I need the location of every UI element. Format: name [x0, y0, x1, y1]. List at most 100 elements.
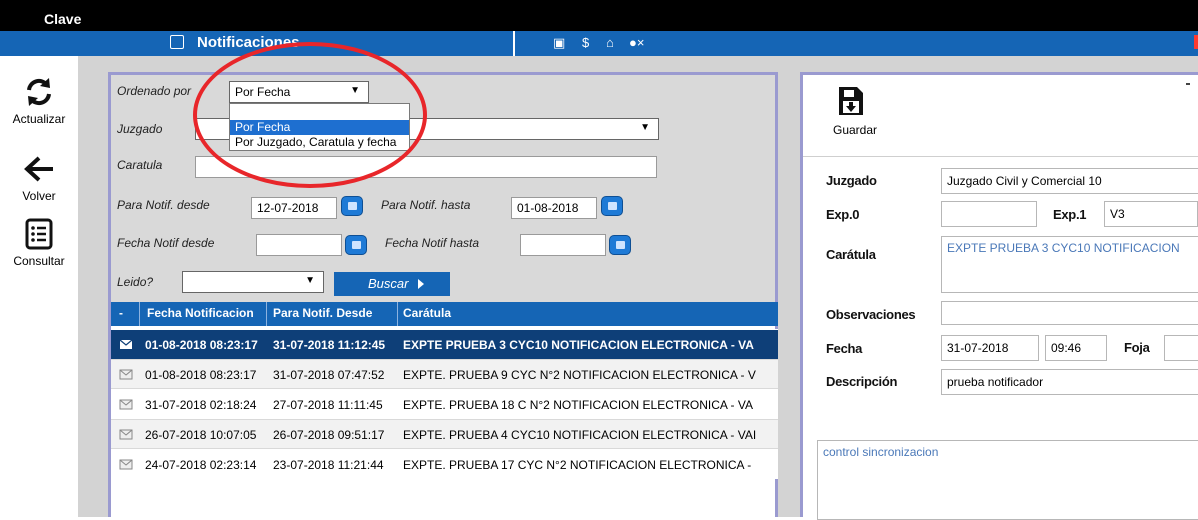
table-row[interactable]: 24-07-2018 02:23:14 23-07-2018 11:21:44 …	[111, 449, 778, 479]
row-fecha: 24-07-2018 02:23:14	[145, 458, 257, 472]
leido-label: Leido?	[117, 275, 154, 289]
search-button-label: Buscar	[368, 276, 409, 291]
row-caratula: EXPTE. PRUEBA 18 C N°2 NOTIFICACION ELEC…	[403, 398, 753, 412]
table-header: - Fecha Notificacion Para Notif. Desde C…	[111, 302, 778, 326]
table-row[interactable]: 01-08-2018 08:23:17 31-07-2018 11:12:45 …	[111, 329, 778, 359]
notification-icon	[119, 367, 133, 381]
detail-exp1-field[interactable]: V3	[1104, 201, 1198, 227]
para-hasta-label: Para Notif. hasta	[381, 198, 471, 212]
table-row[interactable]: 26-07-2018 10:07:05 26-07-2018 09:51:17 …	[111, 419, 778, 449]
detail-observaciones-label: Observaciones	[826, 307, 916, 322]
column-divider	[397, 302, 398, 326]
column-header[interactable]: -	[119, 306, 123, 322]
detail-fecha-field[interactable]: 31-07-2018	[941, 335, 1039, 361]
notification-icon	[119, 427, 133, 441]
row-fecha: 01-08-2018 08:23:17	[145, 338, 258, 352]
detail-hora-field[interactable]: 09:46	[1045, 335, 1107, 361]
para-hasta-input[interactable]: 01-08-2018	[511, 197, 597, 219]
dropdown-option[interactable]: Por Juzgado, Caratula y fecha	[230, 135, 409, 150]
notification-icon	[119, 397, 133, 411]
calendar-icon[interactable]	[345, 235, 367, 255]
fecha-hasta-input[interactable]	[520, 234, 606, 256]
document-icon[interactable]: ▣	[553, 35, 565, 51]
left-navigation: Actualizar Volver Consultar	[0, 56, 78, 517]
detail-notes-field[interactable]: control sincronizacion	[817, 440, 1198, 520]
calendar-icon[interactable]	[601, 196, 623, 216]
row-desde: 27-07-2018 11:11:45	[273, 398, 383, 412]
window-marker	[1194, 35, 1198, 49]
fecha-desde-input[interactable]	[256, 234, 342, 256]
title-bar: Notificaciones ▣ $ ⌂ ●×	[0, 31, 1198, 56]
consult-button[interactable]: Consultar	[0, 216, 78, 268]
para-desde-label: Para Notif. desde	[117, 198, 210, 212]
row-desde: 31-07-2018 11:12:45	[273, 338, 386, 352]
detail-juzgado-field[interactable]: Juzgado Civil y Comercial 10	[941, 168, 1198, 194]
search-button[interactable]: Buscar	[334, 272, 450, 296]
home-icon[interactable]: ⌂	[606, 35, 614, 50]
para-desde-input[interactable]: 12-07-2018	[251, 197, 337, 219]
ordenado-select[interactable]: Por Fecha ▼	[229, 81, 369, 103]
notification-read-icon	[119, 337, 133, 351]
row-fecha: 31-07-2018 02:18:24	[145, 398, 257, 412]
detail-foja-field[interactable]	[1164, 335, 1198, 361]
app-title: Clave	[44, 11, 82, 27]
caratula-input[interactable]	[195, 156, 657, 178]
detail-exp0-label: Exp.0	[826, 207, 860, 222]
detail-observaciones-field[interactable]	[941, 301, 1198, 325]
table-row[interactable]: 31-07-2018 02:18:24 27-07-2018 11:11:45 …	[111, 389, 778, 419]
page-title: Notificaciones	[197, 34, 300, 51]
ordenado-dropdown-list: Por Fecha Por Juzgado, Caratula y fecha	[229, 103, 410, 151]
row-caratula: EXPTE PRUEBA 3 CYC10 NOTIFICACION ELECTR…	[403, 338, 754, 352]
column-divider	[266, 302, 267, 326]
detail-exp0-field[interactable]	[941, 201, 1037, 227]
row-fecha: 26-07-2018 10:07:05	[145, 428, 257, 442]
top-bar: Clave	[0, 0, 1198, 31]
list-icon	[19, 216, 59, 252]
detail-descripcion-field[interactable]: prueba notificador	[941, 369, 1198, 395]
chevron-down-icon: ▼	[640, 122, 650, 133]
chevron-down-icon: ▼	[305, 275, 315, 286]
calendar-icon[interactable]	[609, 235, 631, 255]
fecha-hasta-label: Fecha Notif hasta	[385, 236, 480, 250]
back-button[interactable]: Volver	[0, 151, 78, 203]
detail-caratula-label: Carátula	[826, 247, 876, 262]
column-divider	[139, 302, 140, 326]
dollar-icon[interactable]: $	[582, 35, 589, 50]
column-header[interactable]: Carátula	[403, 306, 451, 322]
title-separator	[513, 31, 515, 56]
detail-descripcion-label: Descripción	[826, 374, 898, 389]
leido-select[interactable]: ▼	[182, 271, 324, 293]
detail-juzgado-label: Juzgado	[826, 173, 877, 188]
dropdown-option[interactable]: Por Fecha	[230, 120, 409, 135]
calendar-icon[interactable]	[341, 196, 363, 216]
juzgado-label: Juzgado	[117, 122, 163, 136]
back-arrow-icon	[19, 151, 59, 187]
fecha-desde-label: Fecha Notif desde	[117, 236, 215, 250]
save-label: Guardar	[833, 123, 878, 137]
back-label: Volver	[22, 189, 56, 203]
save-icon[interactable]	[836, 85, 866, 117]
row-caratula: EXPTE. PRUEBA 17 CYC N°2 NOTIFICACION EL…	[403, 458, 752, 472]
row-fecha: 01-08-2018 08:23:17	[145, 368, 257, 382]
row-desde: 31-07-2018 07:47:52	[273, 368, 385, 382]
row-desde: 23-07-2018 11:21:44	[273, 458, 384, 472]
refresh-icon	[19, 74, 59, 110]
consult-label: Consultar	[13, 254, 65, 268]
column-header[interactable]: Para Notif. Desde	[273, 306, 372, 322]
notification-icon	[119, 457, 133, 471]
refresh-label: Actualizar	[12, 112, 66, 126]
notification-icon	[170, 35, 184, 49]
ordenado-select-value: Por Fecha	[235, 85, 291, 99]
panel-marker	[1186, 83, 1190, 85]
detail-foja-label: Foja	[1124, 340, 1150, 355]
table-row[interactable]: 01-08-2018 08:23:17 31-07-2018 07:47:52 …	[111, 359, 778, 389]
caratula-label: Caratula	[117, 158, 163, 172]
detail-fecha-label: Fecha	[826, 341, 863, 356]
detail-caratula-field[interactable]: EXPTE PRUEBA 3 CYC10 NOTIFICACION	[941, 236, 1198, 293]
user-remove-icon[interactable]: ●×	[629, 35, 644, 50]
column-header[interactable]: Fecha Notificacion	[147, 306, 254, 322]
play-arrow-icon	[418, 279, 424, 289]
ordenado-label: Ordenado por	[117, 84, 192, 98]
refresh-button[interactable]: Actualizar	[0, 74, 78, 126]
detail-exp1-label: Exp.1	[1053, 207, 1087, 222]
